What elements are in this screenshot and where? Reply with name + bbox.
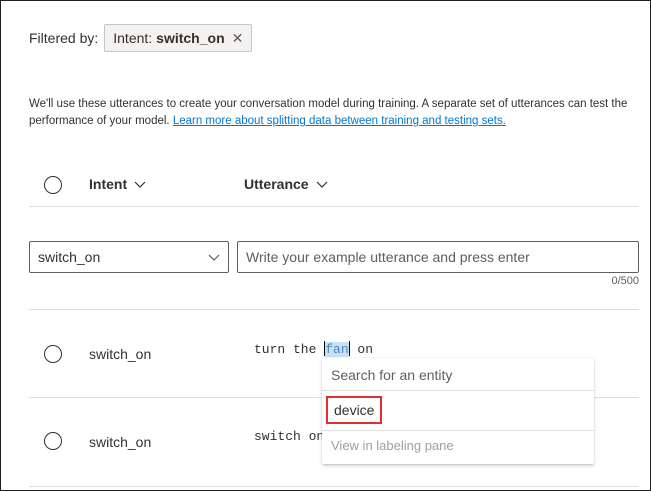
utterance-text-before: turn the bbox=[254, 342, 325, 357]
row-intent: switch_on bbox=[89, 434, 152, 450]
character-counter: 0/500 bbox=[611, 275, 639, 287]
intent-column-label: Intent bbox=[89, 176, 128, 192]
view-in-labeling-pane-link[interactable]: View in labeling pane bbox=[331, 438, 454, 453]
chevron-down-icon bbox=[316, 181, 328, 188]
row-intent: switch_on bbox=[89, 346, 152, 362]
filter-chip-key: Intent: bbox=[113, 30, 153, 46]
entity-picker-popup: Search for an entity device View in labe… bbox=[322, 358, 594, 464]
close-icon[interactable]: ✕ bbox=[232, 30, 244, 47]
learn-more-link[interactable]: Learn more about splitting data between … bbox=[173, 115, 506, 127]
chevron-down-icon bbox=[208, 254, 220, 261]
intent-column-header[interactable]: Intent bbox=[89, 176, 146, 192]
utterance-column-header[interactable]: Utterance bbox=[244, 176, 328, 192]
select-all-radio[interactable] bbox=[44, 176, 62, 194]
intent-dropdown[interactable]: switch_on bbox=[29, 241, 229, 273]
utterance-column-label: Utterance bbox=[244, 176, 309, 192]
utterance-input[interactable] bbox=[237, 241, 639, 273]
row-utterance[interactable]: turn the fan on bbox=[254, 341, 373, 357]
window-frame: Filtered by: Intent: switch_on ✕ We'll u… bbox=[0, 0, 651, 491]
entity-option-device[interactable]: device bbox=[326, 396, 383, 424]
utterance-text-after: on bbox=[349, 342, 374, 357]
filter-bar: Filtered by: Intent: switch_on ✕ bbox=[29, 24, 253, 52]
chevron-down-icon bbox=[134, 181, 146, 188]
filter-label: Filtered by: bbox=[29, 30, 99, 46]
row-utterance[interactable]: switch on bbox=[254, 429, 324, 444]
popup-divider bbox=[322, 430, 594, 431]
row-select-radio[interactable] bbox=[44, 345, 62, 363]
row-divider bbox=[29, 486, 639, 487]
intent-dropdown-value: switch_on bbox=[38, 249, 101, 265]
row-select-radio[interactable] bbox=[44, 432, 62, 450]
selected-token[interactable]: fan bbox=[325, 342, 349, 357]
entity-search-input[interactable]: Search for an entity bbox=[322, 358, 594, 391]
intent-filter-chip[interactable]: Intent: switch_on ✕ bbox=[104, 24, 253, 52]
table-header: Intent Utterance bbox=[29, 167, 639, 207]
training-description: We'll use these utterances to create you… bbox=[29, 96, 634, 130]
filter-chip-value: switch_on bbox=[156, 30, 225, 46]
